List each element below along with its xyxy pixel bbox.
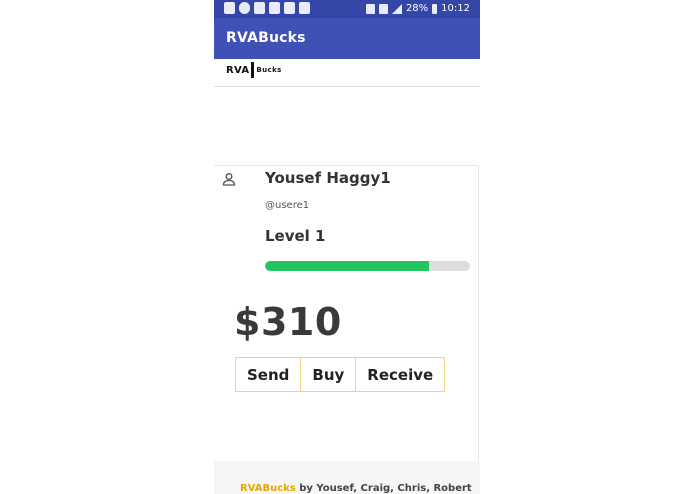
app-bar: RVABucks <box>214 18 480 59</box>
system-status: 28% 10:12 <box>365 2 470 15</box>
signal-icon <box>391 3 402 14</box>
x-notification-icon <box>284 2 295 14</box>
logo-divider <box>251 62 255 78</box>
wallet-balance: $310 <box>234 300 342 344</box>
logo-bucks-text: Bucks <box>256 66 282 74</box>
footer-credits-text: by Yousef, Craig, Chris, Robert <box>295 483 472 494</box>
buy-button[interactable]: Buy <box>301 358 357 391</box>
clock: 10:12 <box>441 3 470 14</box>
profile-card: Yousef Haggy1 @usere1 Level 1 $310 Send … <box>214 165 479 462</box>
notification-icons <box>224 2 310 14</box>
phone-screen: 28% 10:12 RVABucks RVA Bucks Yousef Hagg… <box>214 0 480 494</box>
wifi-icon <box>378 3 388 14</box>
email-notification-icon <box>254 2 265 14</box>
vibrate-icon <box>365 3 375 14</box>
level-progress-bar <box>265 261 470 271</box>
battery-percent: 28% <box>405 3 429 14</box>
status-bar: 28% 10:12 <box>214 0 480 18</box>
image-notification-icon <box>224 2 235 14</box>
battery-icon <box>432 3 438 14</box>
footer: RVABucks by Yousef, Craig, Chris, Robert <box>214 461 480 494</box>
app-title: RVABucks <box>226 30 306 46</box>
user-handle: @usere1 <box>265 200 310 211</box>
user-level: Level 1 <box>265 227 326 245</box>
rvabucks-logo[interactable]: RVA Bucks <box>226 62 282 78</box>
logo-rva-text: RVA <box>226 64 250 76</box>
user-name: Yousef Haggy1 <box>265 169 391 187</box>
footer-credits: RVABucks by Yousef, Craig, Chris, Robert <box>240 483 472 494</box>
app-notification-icon <box>239 2 250 14</box>
level-progress-fill <box>265 261 429 271</box>
file-notification-icon <box>299 2 310 14</box>
wallet-actions: Send Buy Receive <box>235 357 446 392</box>
photo-notification-icon <box>269 2 280 14</box>
send-button[interactable]: Send <box>236 358 302 391</box>
logo-header: RVA Bucks <box>214 59 480 87</box>
person-icon <box>222 173 236 186</box>
receive-button[interactable]: Receive <box>356 358 445 391</box>
footer-brand-link[interactable]: RVABucks <box>240 483 296 494</box>
